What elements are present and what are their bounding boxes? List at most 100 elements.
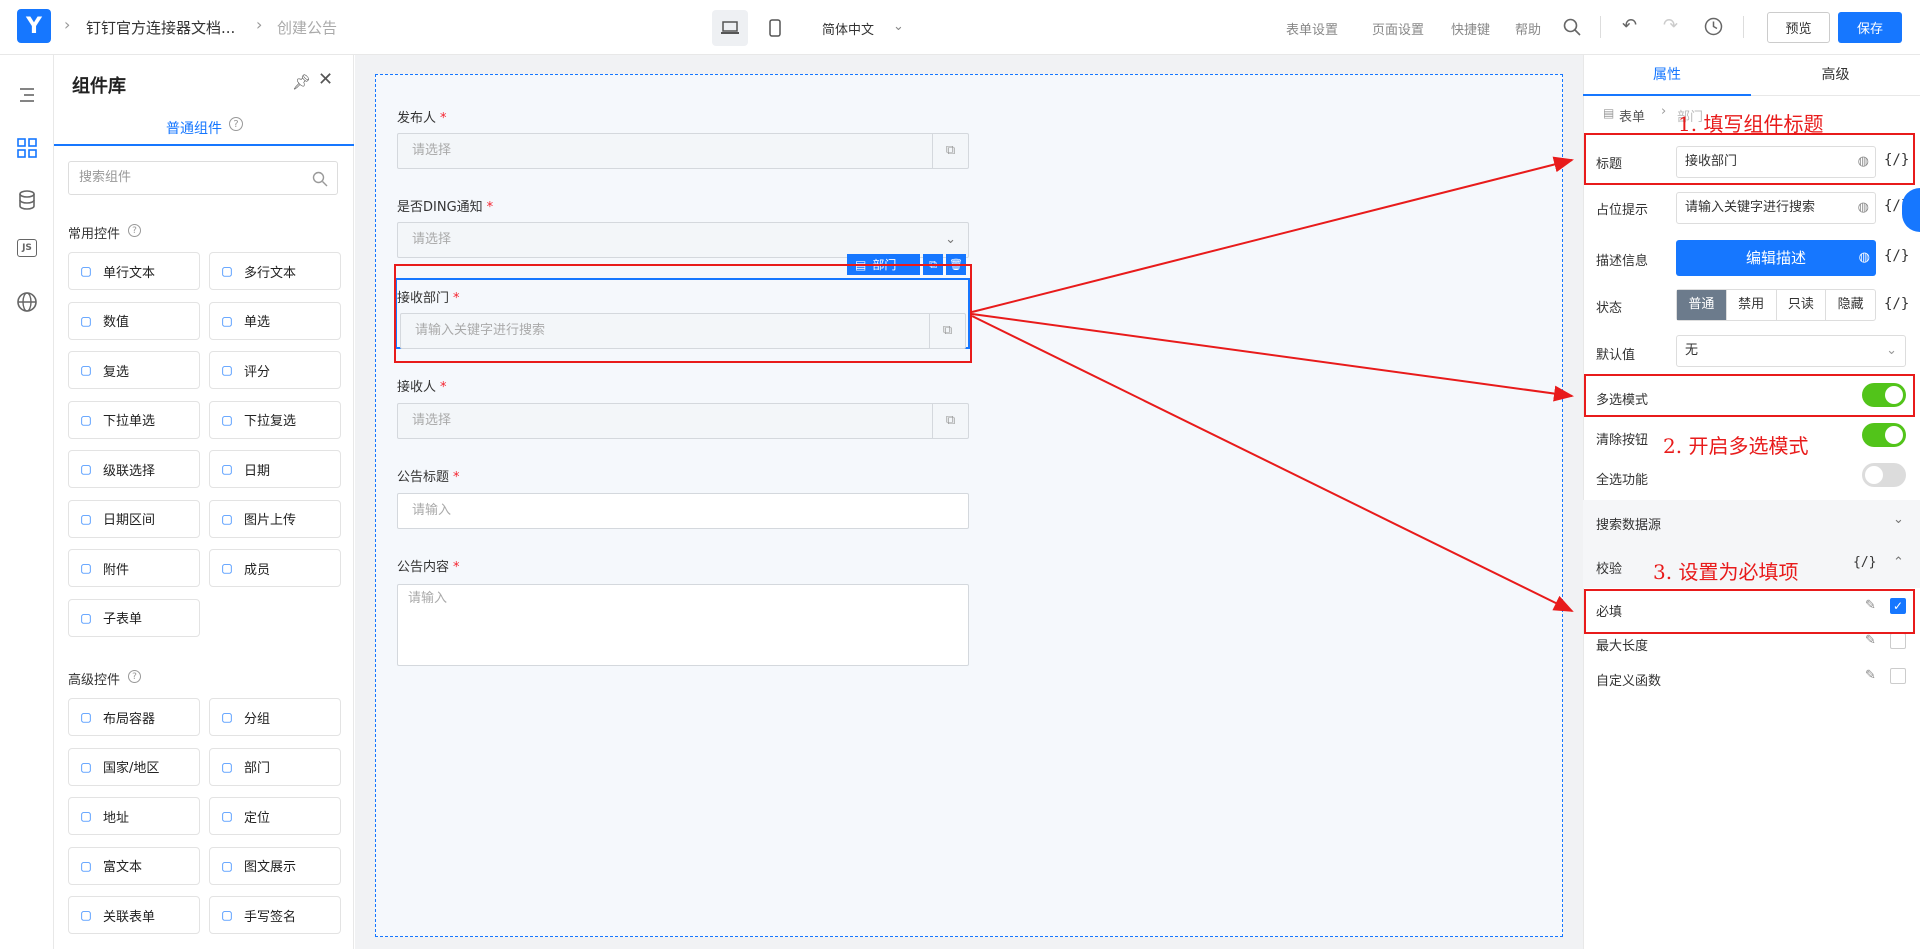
undo-icon[interactable]: ↶ [1622, 15, 1637, 36]
component-subform[interactable]: ▢ 子表单 [68, 598, 200, 637]
components-icon[interactable] [15, 136, 39, 160]
max-length-label: 最大长度 [1596, 639, 1649, 654]
component-link-form[interactable]: ▢ 关联表单 [68, 896, 200, 934]
pin-icon[interactable]: 📌︎ [292, 73, 311, 91]
component-number[interactable]: ▢ 数值 [68, 301, 200, 340]
field-label-publisher: 发布人 * [397, 111, 447, 126]
component-richtext[interactable]: ▢ 富文本 [68, 846, 200, 885]
help-link[interactable]: 帮助 [1515, 19, 1541, 38]
state-readonly[interactable]: 只读 [1775, 290, 1826, 320]
component-paperclip[interactable]: ▢ 附件 [68, 549, 200, 587]
globe-icon[interactable]: ◍ [1858, 193, 1869, 223]
close-icon[interactable]: ✕ [318, 69, 333, 90]
component-user[interactable]: ▢ 成员 [209, 549, 341, 587]
custom-function-checkbox[interactable] [1890, 668, 1906, 684]
preview-button[interactable]: 预览 [1767, 12, 1830, 43]
code-binding-icon[interactable]: {/} [1884, 248, 1909, 264]
datasource-label: 搜索数据源 [1596, 518, 1662, 533]
save-button[interactable]: 保存 [1838, 12, 1902, 43]
app-logo-icon[interactable]: Y [17, 9, 51, 43]
code-binding-icon[interactable]: {/} [1853, 555, 1876, 570]
search-icon[interactable] [1563, 18, 1581, 36]
chevron-down-icon: ⌄ [945, 232, 956, 247]
publisher-input[interactable]: 请选择 ⧉ [397, 133, 969, 169]
component-group[interactable]: ▢ 分组 [209, 698, 341, 736]
component-department[interactable]: ▢ 部门 [209, 747, 341, 786]
help-icon[interactable]: ? [128, 224, 141, 237]
component-date-range[interactable]: ▢ 日期区间 [68, 499, 200, 538]
redo-icon[interactable]: ↷ [1663, 15, 1678, 36]
placeholder-input[interactable]: 请输入关键字进行搜索 ◍ [1676, 192, 1876, 224]
component-textarea[interactable]: ▢ 多行文本 [209, 252, 341, 290]
component-radio[interactable]: ▢ 单选 [209, 301, 341, 340]
component-label: 手写签名 [244, 909, 297, 925]
breadcrumb-app[interactable]: 钉钉官方连接器文档... [86, 17, 235, 38]
ding-select[interactable]: 请选择 ⌄ [397, 222, 969, 258]
outline-icon[interactable] [15, 83, 39, 107]
annotation-box-field [394, 264, 972, 363]
text-icon: ▢ [80, 264, 92, 278]
component-location[interactable]: ▢ 定位 [209, 797, 341, 835]
page-settings-link[interactable]: 页面设置 [1372, 19, 1424, 38]
tab-common-components[interactable]: 普通组件 [166, 118, 222, 138]
receiver-input[interactable]: 请选择 ⧉ [397, 403, 969, 439]
component-layout[interactable]: ▢ 布局容器 [68, 698, 200, 736]
component-map[interactable]: ▢ 地址 [68, 797, 200, 835]
component-label: 国家/地区 [103, 761, 160, 776]
props-breadcrumb-form[interactable]: 表单 [1619, 106, 1645, 125]
edit-description-button[interactable]: 编辑描述 ◍ [1676, 240, 1876, 276]
component-signature[interactable]: ▢ 手写签名 [209, 896, 341, 934]
component-image[interactable]: ▢ 图片上传 [209, 499, 341, 538]
component-media[interactable]: ▢ 图文展示 [209, 846, 341, 885]
globe-icon: ◍ [1858, 250, 1870, 265]
help-icon[interactable]: ? [128, 670, 141, 683]
js-icon[interactable]: JS [17, 239, 37, 257]
max-length-checkbox[interactable] [1890, 633, 1906, 649]
search-icon[interactable] [312, 171, 328, 187]
component-multiselect[interactable]: ▢ 下拉复选 [209, 400, 341, 439]
component-select[interactable]: ▢ 下拉单选 [68, 400, 200, 439]
edit-icon[interactable]: ✎ [1865, 668, 1881, 684]
annotation-step3: 3. 设置为必填项 [1653, 560, 1799, 584]
number-icon: ▢ [80, 313, 92, 328]
component-label: 成员 [244, 562, 271, 578]
tab-properties[interactable]: 属性 [1583, 55, 1751, 96]
component-cascade[interactable]: ▢ 级联选择 [68, 450, 200, 488]
edit-icon[interactable]: ✎ [1865, 633, 1881, 649]
link-form-icon: ▢ [80, 908, 92, 922]
language-select[interactable]: 简体中文 [822, 19, 874, 38]
toggle-knob [1865, 466, 1883, 484]
clear-button-label: 清除按钮 [1596, 433, 1649, 448]
announcement-title-input[interactable]: 请输入 [397, 493, 969, 529]
component-globe[interactable]: ▢ 国家/地区 [68, 747, 200, 786]
datasource-icon[interactable] [15, 188, 39, 212]
clear-button-toggle[interactable] [1862, 423, 1906, 447]
select-dialog-button[interactable]: ⧉ [932, 404, 968, 438]
mobile-view-button[interactable] [757, 10, 793, 46]
help-icon[interactable]: ? [229, 117, 243, 131]
component-text[interactable]: ▢ 单行文本 [68, 252, 200, 290]
component-star[interactable]: ▢ 评分 [209, 351, 341, 389]
component-search-input[interactable]: 搜索组件 [68, 161, 338, 195]
shortcuts-link[interactable]: 快捷键 [1451, 19, 1490, 38]
select-dialog-button[interactable]: ⧉ [932, 134, 968, 168]
state-hidden[interactable]: 隐藏 [1825, 290, 1875, 320]
component-calendar[interactable]: ▢ 日期 [209, 450, 341, 488]
divider [1600, 16, 1601, 38]
tab-advanced[interactable]: 高级 [1751, 55, 1920, 96]
announcement-content-textarea[interactable]: 请输入 [397, 584, 969, 666]
desktop-view-button[interactable] [712, 10, 748, 46]
globe-icon[interactable] [15, 290, 39, 314]
history-icon[interactable] [1704, 17, 1723, 36]
component-label: 单行文本 [103, 265, 156, 281]
form-settings-link[interactable]: 表单设置 [1286, 19, 1338, 38]
state-disabled[interactable]: 禁用 [1725, 290, 1776, 320]
default-value-text: 无 [1685, 343, 1699, 358]
select-all-toggle[interactable] [1862, 463, 1906, 487]
default-value-select[interactable]: 无 ⌄ [1676, 335, 1906, 367]
top-bar: Y › 钉钉官方连接器文档... › 创建公告 简体中文 ⌄ 表单设置 页面设置… [0, 0, 1920, 55]
state-normal[interactable]: 普通 [1677, 290, 1726, 320]
component-checkbox[interactable]: ▢ 复选 [68, 351, 200, 389]
validation-label: 校验 [1596, 562, 1623, 577]
code-binding-icon[interactable]: {/} [1884, 296, 1909, 312]
